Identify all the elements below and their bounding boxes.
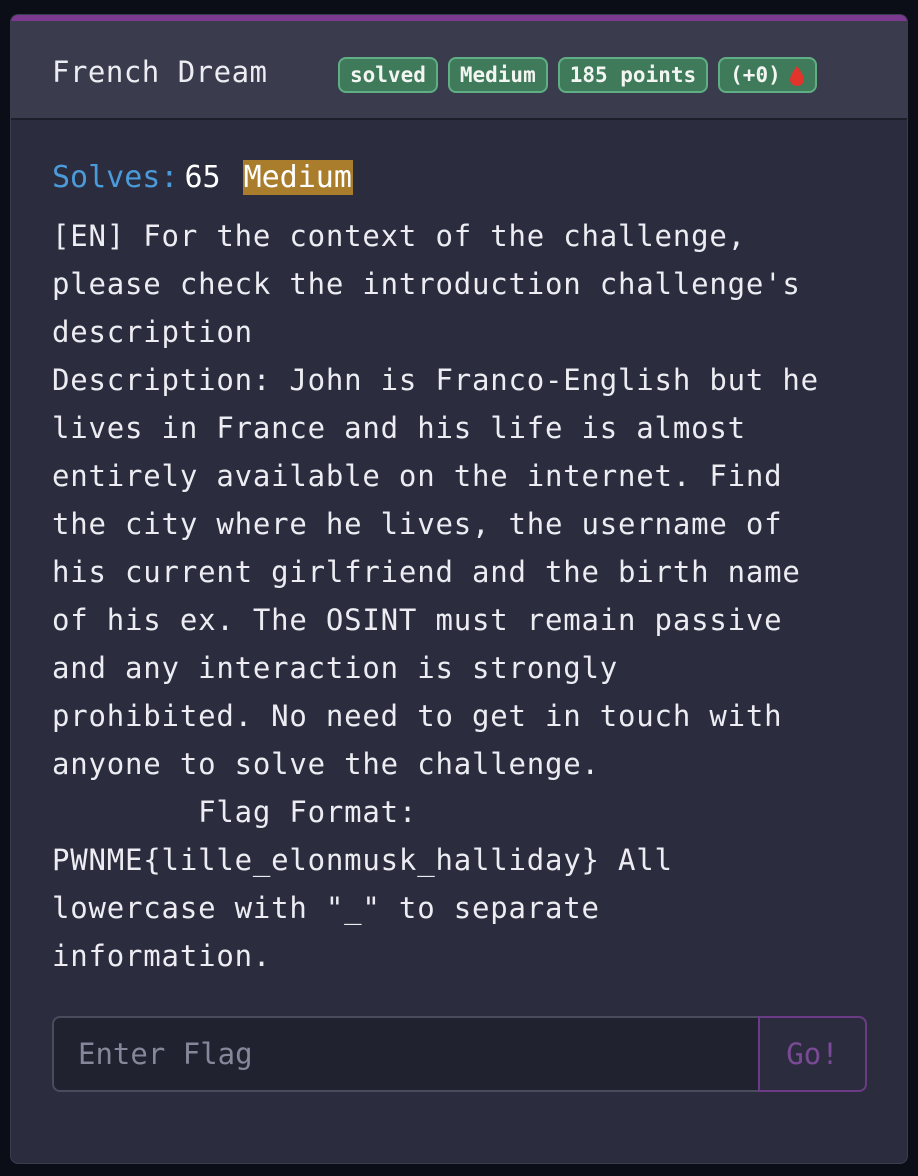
solves-line: Solves: 65 Medium xyxy=(52,158,882,198)
bonus-badge-label: (+0) xyxy=(730,63,781,87)
difficulty-badge: Medium xyxy=(447,57,548,93)
solves-label: Solves: xyxy=(52,160,179,195)
bonus-badge: (+0) xyxy=(718,57,817,93)
badge-group: solved Medium 185 points (+0) xyxy=(338,57,817,93)
points-badge: 185 points xyxy=(557,57,709,93)
flag-input[interactable] xyxy=(52,1016,758,1092)
card-header: French Dream solved Medium 185 points (+… xyxy=(11,21,907,120)
challenge-description: [EN] For the context of the challenge, p… xyxy=(52,219,819,973)
challenge-card: French Dream solved Medium 185 points (+… xyxy=(10,14,908,1164)
challenge-body: Solves: 65 Medium [EN] For the context of … xyxy=(52,158,882,980)
solves-count: 65 xyxy=(184,160,221,195)
flag-form: Go! xyxy=(52,1016,867,1092)
status-badge: solved xyxy=(338,57,438,93)
challenge-title: French Dream xyxy=(52,55,268,89)
difficulty-tag: Medium xyxy=(242,160,353,195)
blood-drop-icon xyxy=(789,64,805,86)
go-button[interactable]: Go! xyxy=(758,1016,867,1092)
